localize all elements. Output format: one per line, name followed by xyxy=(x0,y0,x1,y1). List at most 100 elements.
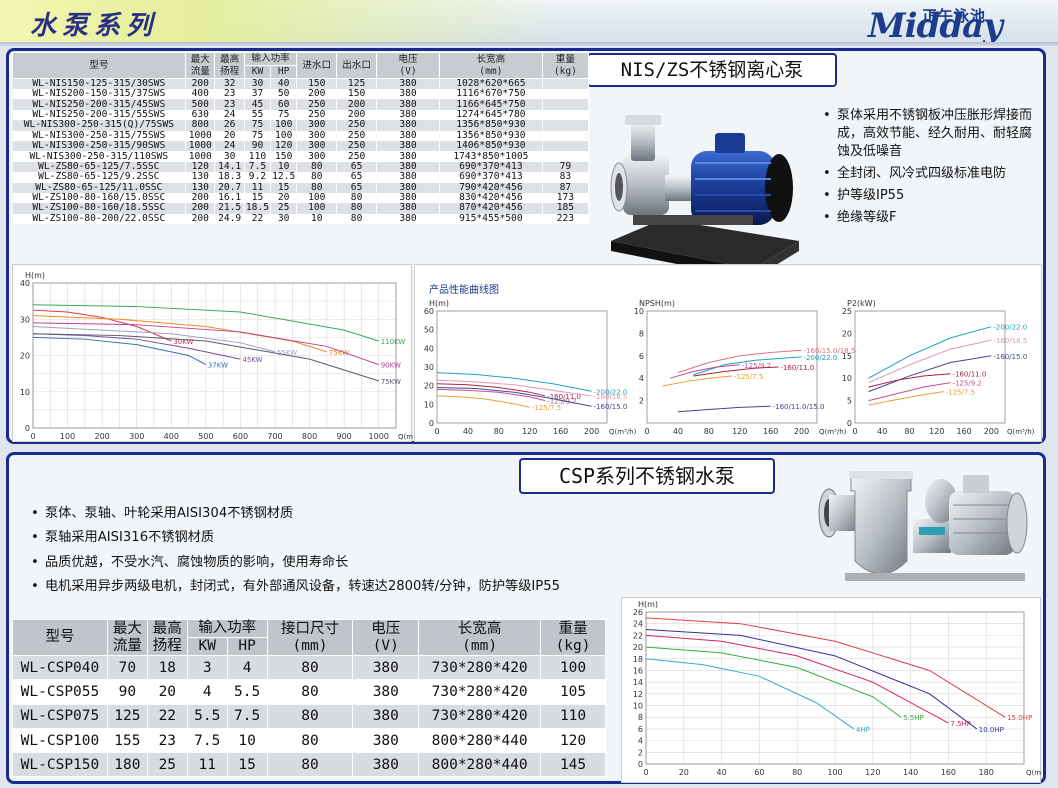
table-cell: 690*370*413 xyxy=(439,172,543,183)
table-cell: WL-NIS300-250-315(Q)/75SWS xyxy=(12,120,187,131)
table-cell: 380 xyxy=(376,172,440,183)
y-tick-label: 8 xyxy=(639,329,644,338)
table-cell: 1406*850*930 xyxy=(439,140,543,152)
table-cell: 12.5 xyxy=(270,171,298,183)
y-tick-label: 6 xyxy=(638,725,643,734)
table-cell: 24.9 xyxy=(214,213,245,225)
table-cell: 800*280*440 xyxy=(418,752,542,778)
table-cell: 80 xyxy=(266,727,354,754)
table-cell: WL-CSP075 xyxy=(12,703,108,729)
col-kw: KW xyxy=(243,65,272,79)
feature-item: 品质优越，不受水汽、腐蚀物质的影响，使用寿命长 xyxy=(29,551,629,576)
series-line xyxy=(677,405,771,413)
table-cell: 75 xyxy=(244,120,272,131)
series-line xyxy=(868,391,944,406)
y-tick-label: 40 xyxy=(424,344,434,353)
table-cell: 150 xyxy=(336,88,378,100)
y-tick-label: 22 xyxy=(633,631,643,640)
feature-item: 绝缘等级F xyxy=(821,209,1041,227)
table-cell: 730*280*420 xyxy=(418,703,542,729)
y-tick-label: 10 xyxy=(634,307,644,316)
chart-group: 0 40 80 120 160 200246810NPSH(m)Q(m³/h)-160/1… xyxy=(634,299,856,436)
table-cell: WL-CSP040 xyxy=(12,654,108,681)
table-row: WL-CSP075 125 22 5.5 7.5 80 380 730*280*420 110 xyxy=(12,703,606,729)
table-cell: WL-NIS200-150-315/37SWS xyxy=(12,88,187,100)
y-tick-label: 25 xyxy=(842,307,852,316)
y-tick-label: 20 xyxy=(842,329,852,338)
table-cell: 380 xyxy=(376,213,440,225)
y-tick-label: 18 xyxy=(633,655,643,664)
y-tick-label: 10 xyxy=(633,702,643,711)
table-row: WL-NIS200-150-315/37SWS 400 23 37 50 200 150 38… xyxy=(12,88,590,100)
table-cell: 380 xyxy=(376,120,440,131)
x-tick-label: 40 xyxy=(463,427,473,436)
series-line xyxy=(436,395,530,408)
chart-group: 0 20 40 60 80 100 120 140 160 1800246810121416182… xyxy=(633,600,1054,777)
table-cell xyxy=(542,130,590,141)
table-cell: 130 xyxy=(185,172,216,183)
x-axis-label: Q(m³/h) xyxy=(398,433,413,441)
table-cell: 11 xyxy=(186,752,228,778)
table-row: WL-NIS300-250-315/90SWS 1000 24 90 120 300 250… xyxy=(12,140,590,152)
csp-pump-image xyxy=(815,461,1037,593)
csp-panel: CSP系列不锈钢水泵 泵体、泵轴、叶轮采用AISI304不锈钢材质泵轴采用AIS… xyxy=(6,452,1054,784)
table-cell: 80 xyxy=(266,752,354,778)
x-tick-label: 100 xyxy=(827,768,842,777)
series-label: 15.0HP xyxy=(1007,714,1032,722)
table-cell: 125 xyxy=(106,703,148,729)
y-tick-label: 14 xyxy=(633,678,643,687)
table-cell: 380 xyxy=(352,679,420,705)
table-cell: 5.5 xyxy=(186,703,228,729)
table-cell: 380 xyxy=(352,727,420,754)
table-cell: 20 xyxy=(146,679,188,705)
series-label: 7.5HP xyxy=(950,720,971,728)
table-cell: 250 xyxy=(336,140,378,152)
table-cell: 380 xyxy=(376,140,440,152)
col-dims: 长宽高 (mm) xyxy=(438,52,543,79)
x-tick-label: 400 xyxy=(164,432,179,441)
col-inlet: 进水口 xyxy=(296,52,338,79)
table-cell: 105 xyxy=(540,679,606,705)
x-tick-label: 120 xyxy=(929,427,944,436)
series-label: -160/18.5 xyxy=(594,393,628,401)
table-cell: 400 xyxy=(185,88,216,100)
table-cell: 22 xyxy=(244,213,272,225)
table-cell: 15 xyxy=(226,752,268,778)
table-cell: WL-NIS300-250-315/90SWS xyxy=(12,140,187,152)
table-cell: 1000 xyxy=(185,140,216,152)
table-cell xyxy=(542,140,590,152)
table-cell: 65 xyxy=(336,172,378,183)
y-tick-label: 20 xyxy=(633,643,643,652)
x-tick-label: 100 xyxy=(60,432,75,441)
feature-item: 泵轴采用AISI316不锈钢材质 xyxy=(29,526,629,551)
x-tick-label: 140 xyxy=(903,768,918,777)
col-model: 型号 xyxy=(12,619,108,656)
x-tick-label: 80 xyxy=(704,427,714,436)
series-label: -160/15.0 xyxy=(594,403,628,411)
table-row: WL-CSP100 155 23 7.5 10 80 380 800*280*440 120 xyxy=(12,727,606,754)
col-port: 接口尺寸 (mm) xyxy=(266,619,354,656)
table-cell: 915*455*500 xyxy=(439,213,543,225)
col-head: 最高扬程 xyxy=(214,52,245,79)
table-cell: 380 xyxy=(376,88,440,100)
table-cell: 26 xyxy=(214,120,245,131)
nis-performance-chart: 0 100 200 300 400 500 600 700 800 900 1000 0 10 20 30 4… xyxy=(20,271,426,441)
series-label: -125/9.2 xyxy=(952,380,981,388)
x-tick-label: 200 xyxy=(584,427,599,436)
series-label: -160/11.0 xyxy=(952,371,986,379)
col-model: 型号 xyxy=(11,52,187,79)
series-label: -160/15.0 xyxy=(993,353,1027,361)
y-tick-label: 4 xyxy=(639,374,644,383)
series-label: 110KW xyxy=(381,338,406,346)
series-label: -160/18.5 xyxy=(993,337,1027,345)
table-cell: 120 xyxy=(270,140,298,152)
table-cell: 90 xyxy=(106,679,148,705)
x-tick-label: 60 xyxy=(754,768,764,777)
table-cell xyxy=(542,89,590,100)
x-tick-label: 160 xyxy=(941,768,956,777)
table-cell: 80 xyxy=(296,172,338,183)
table-cell: 380 xyxy=(352,703,420,729)
x-tick-label: 500 xyxy=(198,432,213,441)
table-row: WL-CSP055 90 20 4 5.5 80 380 730*280*420 105 xyxy=(12,679,606,705)
chart-panel-csp: 0 20 40 60 80 100 120 140 160 180 0 2 4 6 8 10 12 14 16 18 2… xyxy=(621,597,1054,783)
